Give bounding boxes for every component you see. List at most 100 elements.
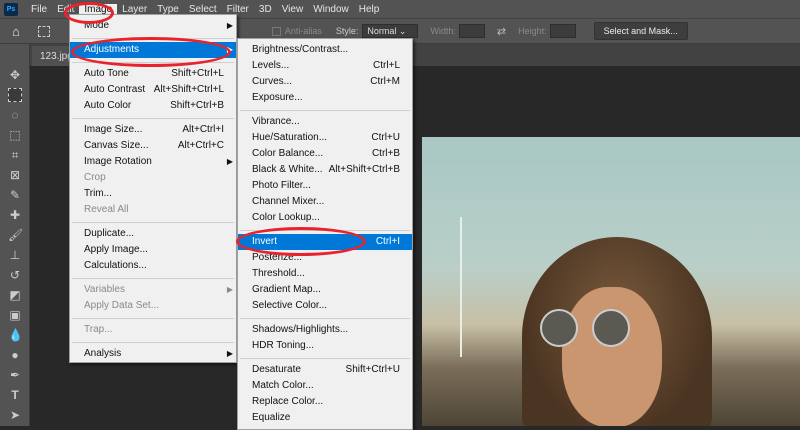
menu-separator xyxy=(70,274,236,282)
stamp-tool-icon[interactable]: ⊥ xyxy=(8,248,22,262)
healing-tool-icon[interactable]: ✚ xyxy=(8,208,22,222)
style-select[interactable]: Normal ⌄ xyxy=(362,24,419,38)
brush-tool-icon[interactable]: 🖌 xyxy=(8,228,23,242)
menu-item-brightness-contrast[interactable]: Brightness/Contrast... xyxy=(238,42,412,58)
menu-item-shortcut: Shift+Ctrl+B xyxy=(170,100,224,111)
marquee-tool-icon[interactable] xyxy=(8,88,22,102)
menu-item-replace-color[interactable]: Replace Color... xyxy=(238,394,412,410)
menu-layer[interactable]: Layer xyxy=(117,4,152,15)
menu-item-threshold[interactable]: Threshold... xyxy=(238,266,412,282)
crop-tool-icon[interactable]: ⌗ xyxy=(8,148,22,162)
menu-item-shortcut: Alt+Ctrl+C xyxy=(177,140,224,151)
lasso-tool-icon[interactable]: ◌ xyxy=(8,108,22,122)
menu-3d[interactable]: 3D xyxy=(254,4,277,15)
menu-item-auto-tone[interactable]: Auto Tone Shift+Ctrl+L xyxy=(70,66,236,82)
menu-item-vibrance[interactable]: Vibrance... xyxy=(238,114,412,130)
menu-item-trim[interactable]: Trim... xyxy=(70,186,236,202)
menu-item-crop: Crop xyxy=(70,170,236,186)
menu-item-analysis[interactable]: Analysis ▶ xyxy=(70,346,236,362)
eyedropper-tool-icon[interactable]: ✎ xyxy=(8,188,22,202)
eraser-tool-icon[interactable]: ◩ xyxy=(8,288,22,302)
submenu-arrow-icon: ▶ xyxy=(226,21,233,30)
menu-item-duplicate[interactable]: Duplicate... xyxy=(70,226,236,242)
anti-alias-label: Anti-alias xyxy=(284,26,322,36)
menu-item-gradient-map[interactable]: Gradient Map... xyxy=(238,282,412,298)
menu-item-hdr-toning[interactable]: HDR Toning... xyxy=(238,338,412,354)
menu-item-shortcut: Ctrl+B xyxy=(371,148,400,159)
menu-help[interactable]: Help xyxy=(354,4,385,15)
home-icon[interactable]: ⌂ xyxy=(12,24,20,39)
menu-item-selective-color[interactable]: Selective Color... xyxy=(238,298,412,314)
menu-item-reveal-all: Reveal All xyxy=(70,202,236,218)
gradient-tool-icon[interactable]: ▣ xyxy=(8,308,22,322)
menu-item-hue-saturation[interactable]: Hue/Saturation... Ctrl+U xyxy=(238,130,412,146)
face xyxy=(562,287,662,426)
width-input[interactable] xyxy=(458,24,485,38)
menu-separator xyxy=(238,354,412,362)
dodge-tool-icon[interactable]: ● xyxy=(8,348,22,362)
menu-item-shadows-highlights[interactable]: Shadows/Highlights... xyxy=(238,322,412,338)
submenu-arrow-icon: ▶ xyxy=(226,285,233,294)
menu-item-match-color[interactable]: Match Color... xyxy=(238,378,412,394)
style-value: Normal xyxy=(367,26,397,36)
quick-select-tool-icon[interactable]: ⬚ xyxy=(8,128,22,142)
menu-item-label: Auto Color xyxy=(84,100,132,111)
menu-separator xyxy=(70,314,236,322)
menu-item-label: Gradient Map... xyxy=(252,284,321,295)
menu-item-label: Reveal All xyxy=(84,204,129,215)
menu-item-apply-image[interactable]: Apply Image... xyxy=(70,242,236,258)
submenu-arrow-icon: ▶ xyxy=(226,157,233,166)
menu-item-label: Replace Color... xyxy=(252,396,324,407)
menu-item-color-lookup[interactable]: Color Lookup... xyxy=(238,210,412,226)
menu-item-label: HDR Toning... xyxy=(252,340,315,351)
menu-item-equalize[interactable]: Equalize xyxy=(238,410,412,426)
path-select-tool-icon[interactable]: ➤ xyxy=(8,408,22,422)
menu-item-label: Channel Mixer... xyxy=(252,196,325,207)
select-and-mask-button[interactable]: Select and Mask... xyxy=(593,22,688,40)
menu-filter[interactable]: Filter xyxy=(222,4,254,15)
frame-tool-icon[interactable]: ⊠ xyxy=(8,168,22,182)
canvas-photo[interactable] xyxy=(422,137,800,426)
menu-item-curves[interactable]: Curves... Ctrl+M xyxy=(238,74,412,90)
menu-item-auto-contrast[interactable]: Auto Contrast Alt+Shift+Ctrl+L xyxy=(70,82,236,98)
annotation-circle-adjustments xyxy=(71,37,231,67)
menu-file[interactable]: File xyxy=(26,4,52,15)
menu-item-label: Canvas Size... xyxy=(84,140,149,151)
menu-item-desaturate[interactable]: Desaturate Shift+Ctrl+U xyxy=(238,362,412,378)
menu-select[interactable]: Select xyxy=(184,4,222,15)
menu-item-shortcut: Ctrl+M xyxy=(370,76,400,87)
move-tool-icon[interactable]: ✥ xyxy=(8,68,22,82)
menu-separator xyxy=(70,338,236,346)
swap-icon[interactable]: ⇄ xyxy=(497,25,506,38)
menu-separator xyxy=(238,314,412,322)
menu-item-canvas-size[interactable]: Canvas Size... Alt+Ctrl+C xyxy=(70,138,236,154)
menu-type[interactable]: Type xyxy=(152,4,184,15)
menu-item-label: Auto Tone xyxy=(84,68,129,79)
menu-item-label: Trap... xyxy=(84,324,113,335)
menu-item-photo-filter[interactable]: Photo Filter... xyxy=(238,178,412,194)
style-label: Style: xyxy=(335,26,359,36)
menu-item-image-size[interactable]: Image Size... Alt+Ctrl+I xyxy=(70,122,236,138)
history-brush-tool-icon[interactable]: ↺ xyxy=(8,268,22,282)
pen-tool-icon[interactable]: ✒ xyxy=(8,368,22,382)
menu-item-calculations[interactable]: Calculations... xyxy=(70,258,236,274)
menu-item-levels[interactable]: Levels... Ctrl+L xyxy=(238,58,412,74)
menu-view[interactable]: View xyxy=(277,4,309,15)
menu-item-black-white[interactable]: Black & White... Alt+Shift+Ctrl+B xyxy=(238,162,412,178)
marquee-icon[interactable] xyxy=(37,25,50,37)
type-tool-icon[interactable]: T xyxy=(8,388,22,402)
menu-item-label: Match Color... xyxy=(252,380,314,391)
menu-item-image-rotation[interactable]: Image Rotation ▶ xyxy=(70,154,236,170)
menu-item-label: Apply Data Set... xyxy=(84,300,160,311)
menu-item-auto-color[interactable]: Auto Color Shift+Ctrl+B xyxy=(70,98,236,114)
menu-item-exposure[interactable]: Exposure... xyxy=(238,90,412,106)
height-input[interactable] xyxy=(549,24,576,38)
menu-item-shortcut: Alt+Ctrl+I xyxy=(182,124,224,135)
menu-item-label: Exposure... xyxy=(252,92,303,103)
anti-alias-checkbox[interactable] xyxy=(271,26,281,36)
menu-item-channel-mixer[interactable]: Channel Mixer... xyxy=(238,194,412,210)
menu-window[interactable]: Window xyxy=(308,4,354,15)
blur-tool-icon[interactable]: 💧 xyxy=(8,328,23,342)
menu-item-color-balance[interactable]: Color Balance... Ctrl+B xyxy=(238,146,412,162)
photoshop-logo: Ps xyxy=(4,2,18,16)
